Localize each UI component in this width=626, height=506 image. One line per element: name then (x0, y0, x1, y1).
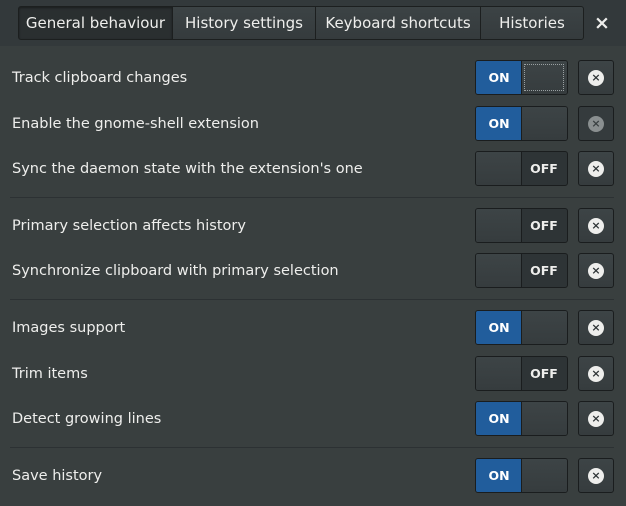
reset-button[interactable]: × (578, 310, 614, 345)
switch-on-text: ON (476, 459, 522, 492)
setting-row-gnome-shell-extension: Enable the gnome-shell extension ON × (0, 101, 626, 147)
switch-knob (521, 107, 567, 140)
tab-list: General behaviour History settings Keybo… (18, 6, 584, 40)
settings-panel: Track clipboard changes ON × Enable the … (0, 46, 626, 506)
group-separator (10, 299, 614, 300)
images-support-switch[interactable]: ON (475, 310, 568, 345)
switch-on-text: ON (476, 61, 522, 94)
clear-icon: × (588, 217, 604, 234)
setting-row-trim-items: Trim items OFF × (0, 351, 626, 397)
switch-off-text: OFF (530, 366, 558, 381)
setting-row-track-clipboard: Track clipboard changes ON × (0, 55, 626, 101)
setting-row-images-support: Images support ON × (0, 305, 626, 351)
switch-knob (476, 254, 522, 287)
switch-knob (521, 61, 567, 94)
clear-icon: × (588, 115, 604, 132)
tab-histories[interactable]: Histories (481, 6, 584, 40)
reset-button[interactable]: × (578, 458, 614, 493)
reset-button[interactable]: × (578, 208, 614, 243)
setting-row-primary-selection: Primary selection affects history OFF × (0, 203, 626, 249)
close-icon: × (594, 12, 610, 34)
switch-off-text: OFF (530, 218, 558, 233)
setting-row-detect-growing-lines: Detect growing lines ON × (0, 396, 626, 442)
synchronize-clipboard-switch[interactable]: OFF (475, 253, 568, 288)
switch-knob (521, 459, 567, 492)
reset-button[interactable]: × (578, 60, 614, 95)
setting-label: Track clipboard changes (12, 70, 188, 86)
clear-icon: × (588, 262, 604, 279)
tab-bar: General behaviour History settings Keybo… (0, 0, 626, 46)
primary-selection-switch[interactable]: OFF (475, 208, 568, 243)
switch-knob (476, 209, 522, 242)
trim-items-switch[interactable]: OFF (475, 356, 568, 391)
gnome-shell-extension-switch[interactable]: ON (475, 106, 568, 141)
group-separator (10, 197, 614, 198)
switch-on-text: ON (476, 402, 522, 435)
setting-label: Trim items (12, 366, 88, 382)
group-separator (10, 447, 614, 448)
setting-label: Images support (12, 320, 126, 336)
close-window-button[interactable]: × (590, 10, 614, 36)
reset-button[interactable]: × (578, 401, 614, 436)
clear-icon: × (588, 160, 604, 177)
tab-keyboard-shortcuts[interactable]: Keyboard shortcuts (316, 6, 481, 40)
switch-knob (476, 357, 522, 390)
setting-label: Primary selection affects history (12, 218, 246, 234)
switch-off-text: OFF (530, 161, 558, 176)
clear-icon: × (588, 365, 604, 382)
reset-button[interactable]: × (578, 253, 614, 288)
setting-label: Enable the gnome-shell extension (12, 116, 259, 132)
clear-icon: × (588, 69, 604, 86)
setting-row-save-history: Save history ON × (0, 453, 626, 499)
setting-label: Save history (12, 468, 103, 484)
reset-button[interactable]: × (578, 151, 614, 186)
setting-label: Synchronize clipboard with primary selec… (12, 263, 339, 279)
sync-daemon-state-switch[interactable]: OFF (475, 151, 568, 186)
switch-knob (521, 311, 567, 344)
setting-label: Sync the daemon state with the extension… (12, 161, 363, 177)
save-history-switch[interactable]: ON (475, 458, 568, 493)
reset-button[interactable]: × (578, 356, 614, 391)
switch-on-text: ON (476, 311, 522, 344)
clear-icon: × (588, 410, 604, 427)
switch-knob (521, 402, 567, 435)
setting-row-synchronize-clipboard: Synchronize clipboard with primary selec… (0, 248, 626, 294)
switch-off-text: OFF (530, 263, 558, 278)
track-clipboard-switch[interactable]: ON (475, 60, 568, 95)
setting-label: Detect growing lines (12, 411, 162, 427)
tab-history-settings[interactable]: History settings (173, 6, 316, 40)
switch-knob (476, 152, 522, 185)
detect-growing-lines-switch[interactable]: ON (475, 401, 568, 436)
reset-button: × (578, 106, 614, 141)
tab-general-behaviour[interactable]: General behaviour (18, 6, 173, 40)
clear-icon: × (588, 319, 604, 336)
switch-on-text: ON (476, 107, 522, 140)
setting-row-sync-daemon-state: Sync the daemon state with the extension… (0, 146, 626, 192)
clear-icon: × (588, 467, 604, 484)
